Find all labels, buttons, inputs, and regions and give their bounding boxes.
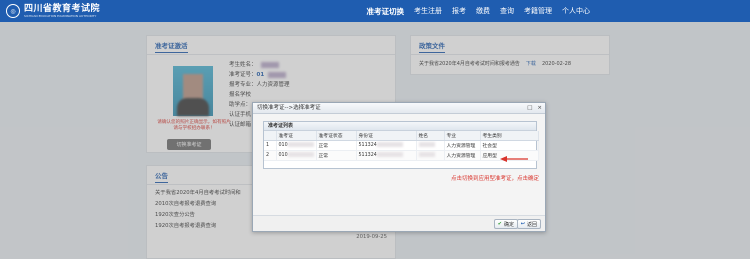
redacted-cell xyxy=(418,142,435,147)
nav-query[interactable]: 查询 xyxy=(500,6,514,16)
nav-records[interactable]: 考籍管理 xyxy=(524,6,552,16)
maximize-icon[interactable]: □ xyxy=(527,103,532,114)
red-arrow-icon xyxy=(500,156,528,162)
back-button[interactable]: ↩ 返回 xyxy=(516,219,541,229)
dialog-footer: ✔ 确定 ↩ 返回 xyxy=(253,215,545,231)
col-major[interactable]: 专业 xyxy=(444,131,481,141)
site-logo[interactable]: ◎ 四川省教育考试院 SICHUAN EDUCATION EXAMINATION… xyxy=(6,3,100,19)
nav-apply[interactable]: 报考 xyxy=(452,6,466,16)
nav-register[interactable]: 考生注册 xyxy=(414,6,442,16)
top-navigation-bar: ◎ 四川省教育考试院 SICHUAN EDUCATION EXAMINATION… xyxy=(0,0,750,22)
logo-subtitle: SICHUAN EDUCATION EXAMINATION AUTHORITY xyxy=(24,13,97,18)
main-nav: 准考证切换 考生注册 报考 缴费 查询 考籍管理 个人中心 xyxy=(367,0,591,22)
emblem-icon: ◎ xyxy=(6,4,20,18)
confirm-button[interactable]: ✔ 确定 xyxy=(493,219,518,229)
dialog-title: 切换准考证-->选择准考证 xyxy=(257,105,321,111)
col-type[interactable]: 考生类别 xyxy=(480,131,539,141)
col-id-card[interactable]: 身份证 xyxy=(356,131,417,141)
col-ticket[interactable]: 准考证 xyxy=(276,131,317,141)
redacted-cell xyxy=(376,142,403,147)
return-icon: ↩ xyxy=(520,221,525,227)
grid-caption: 准考证列表 xyxy=(264,122,536,131)
redacted-cell xyxy=(376,152,403,157)
redacted-cell xyxy=(287,142,314,147)
col-name[interactable]: 姓名 xyxy=(416,131,445,141)
redacted-cell xyxy=(287,152,314,157)
ticket-table: 准考证 准考证状态 身份证 姓名 专业 考生类别 1 010 正常 511324… xyxy=(264,131,539,161)
ticket-grid: 准考证列表 准考证 准考证状态 身份证 姓名 专业 考生类别 1 010 正常 … xyxy=(263,121,539,169)
table-row[interactable]: 2 010 正常 511324 人力资源管理 应用型 xyxy=(264,150,539,161)
select-ticket-dialog: 切换准考证-->选择准考证 □ × 准考证列表 准考证 准考证状态 身份证 姓名… xyxy=(252,102,546,232)
close-icon[interactable]: × xyxy=(537,103,542,114)
table-row[interactable]: 1 010 正常 511324 人力资源管理 社会型 xyxy=(264,140,539,151)
redacted-cell xyxy=(418,152,435,157)
instruction-hint: 点击切换到应用型准考证，点击确定 xyxy=(450,176,539,182)
nav-payment[interactable]: 缴费 xyxy=(476,6,490,16)
nav-profile[interactable]: 个人中心 xyxy=(562,6,590,16)
logo-title: 四川省教育考试院 xyxy=(24,3,101,14)
nav-switch-ticket[interactable]: 准考证切换 xyxy=(367,6,405,17)
check-icon: ✔ xyxy=(497,221,502,227)
col-index xyxy=(264,131,277,141)
col-status[interactable]: 准考证状态 xyxy=(316,131,357,141)
